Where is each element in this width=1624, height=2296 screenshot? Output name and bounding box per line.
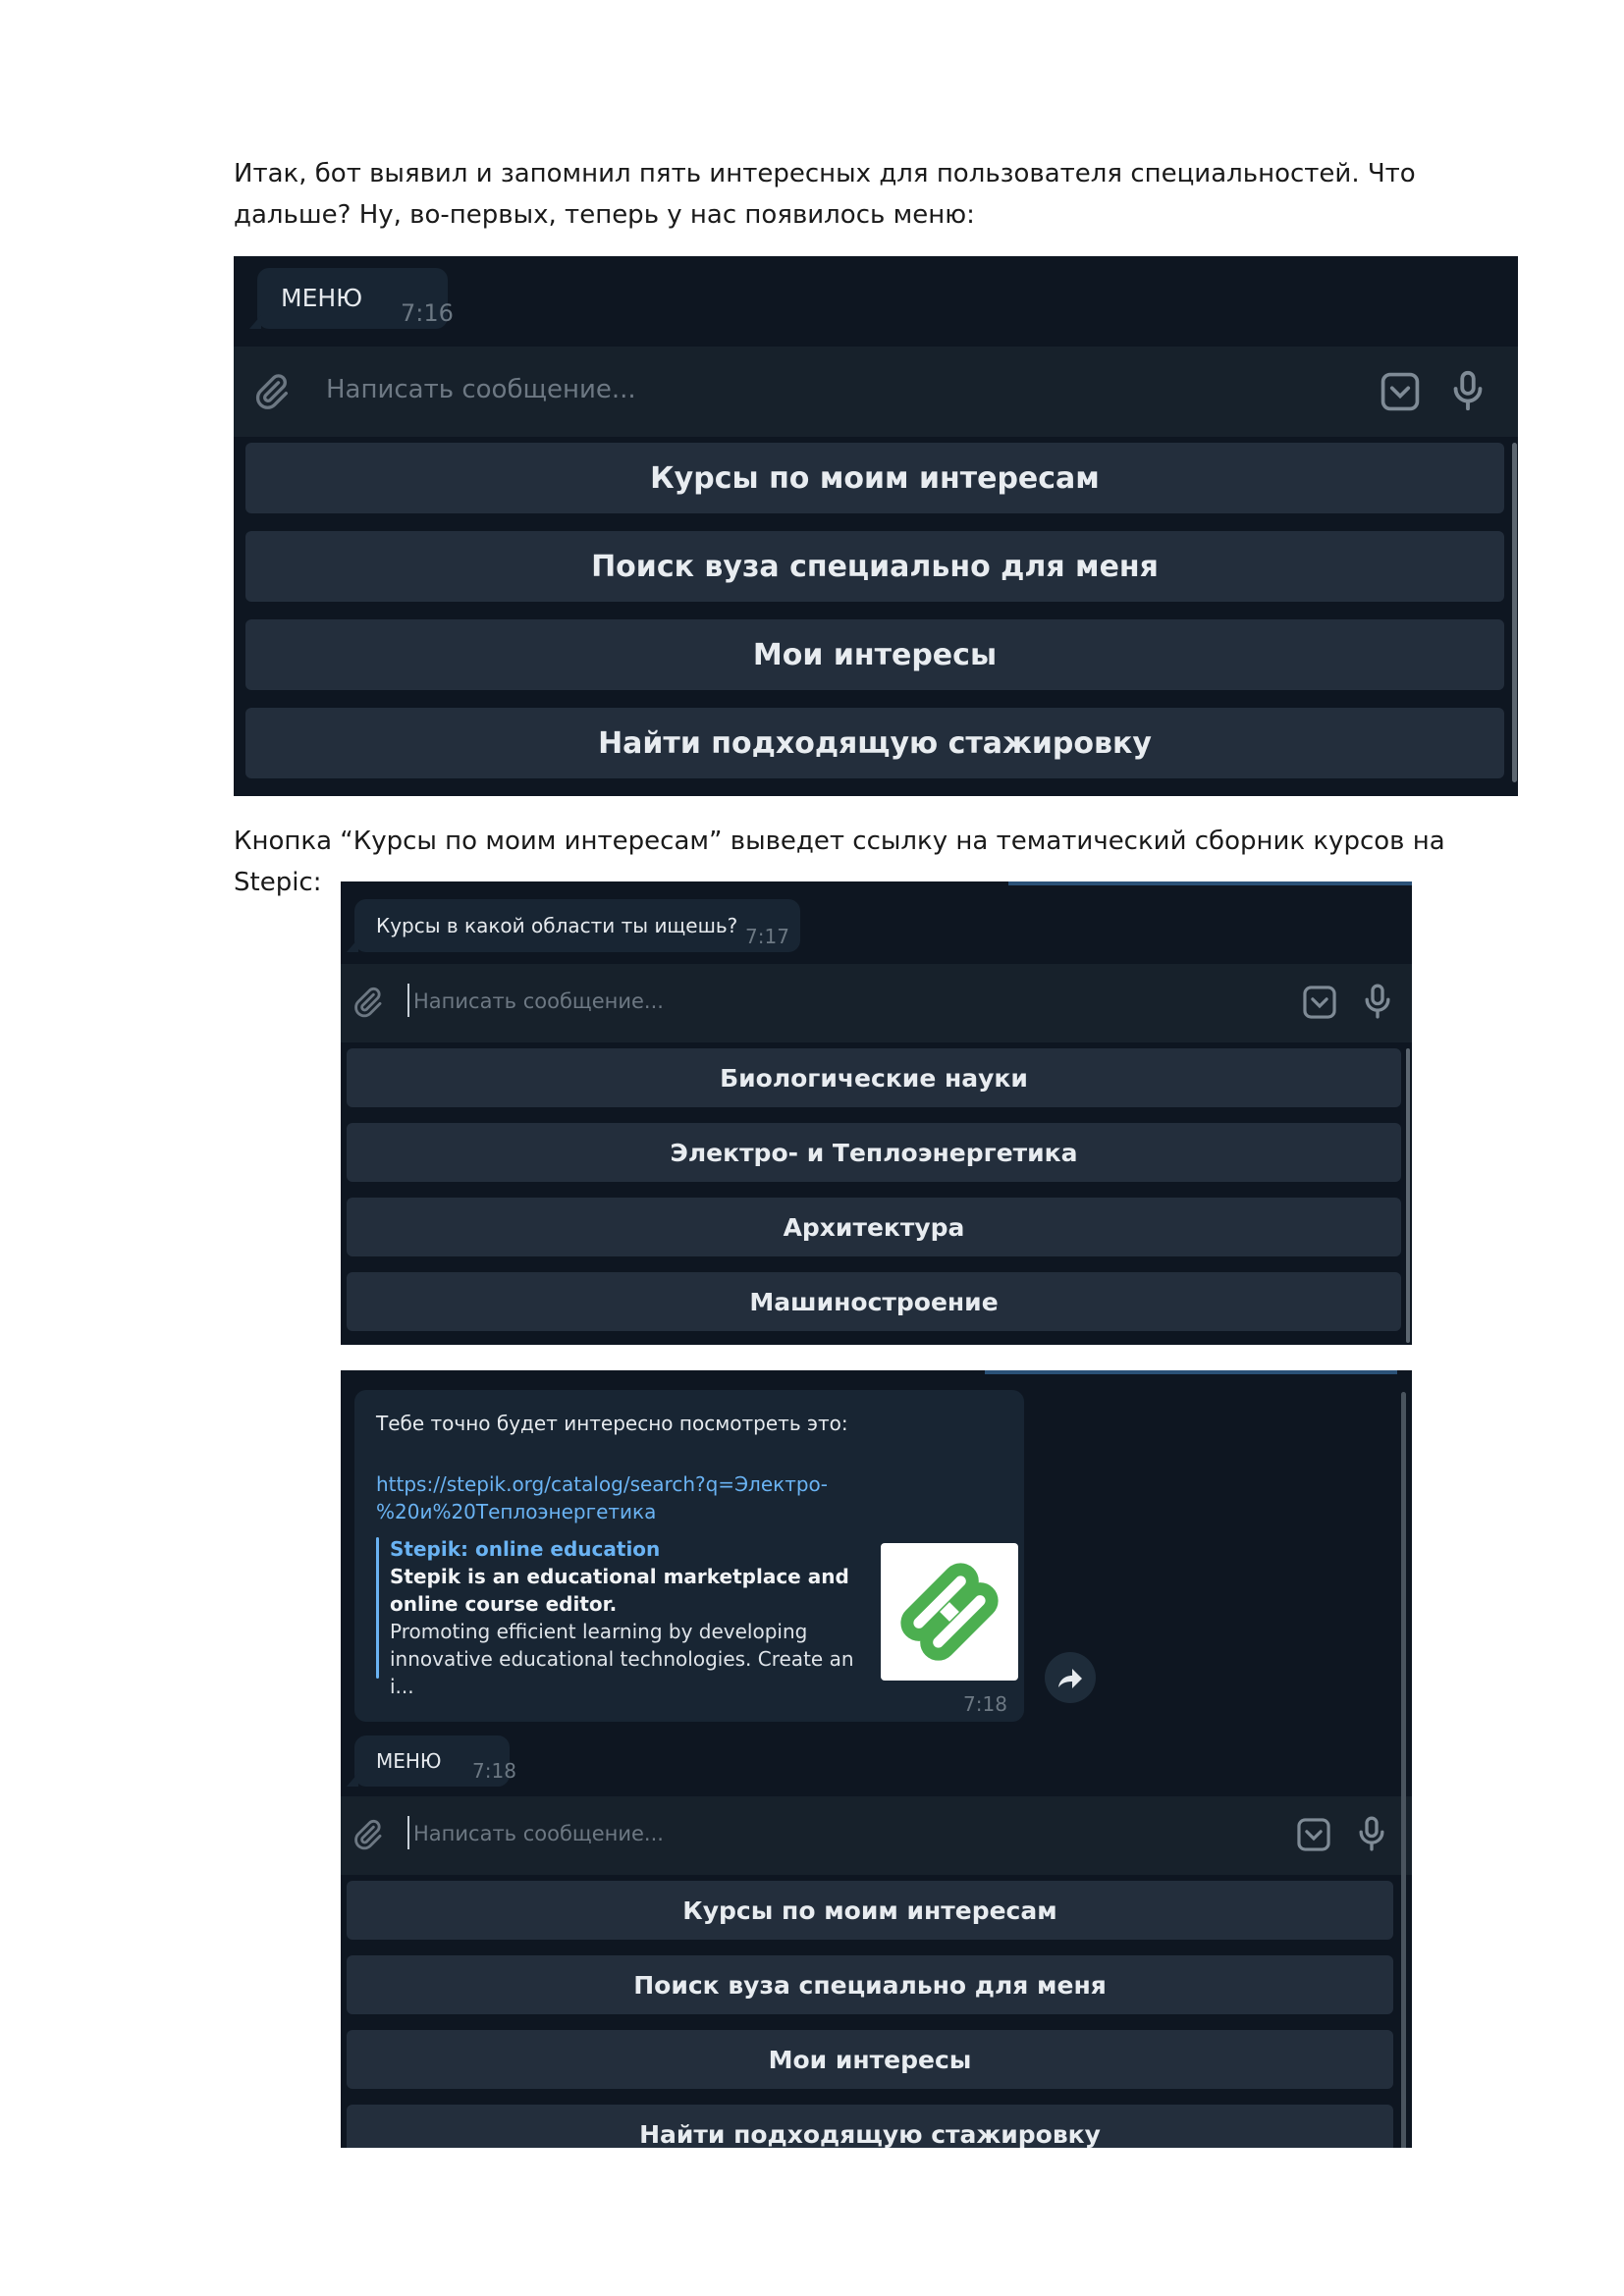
- message-time: 7:17: [745, 925, 789, 948]
- scrollbar[interactable]: [1512, 443, 1517, 782]
- link-preview[interactable]: Stepik: online education Stepik is an ed…: [390, 1535, 861, 1700]
- link-message-bubble: Тебе точно будет интересно посмотреть эт…: [354, 1390, 1024, 1722]
- link-url-line-2[interactable]: %20и%20Теплоэнергетика: [376, 1498, 656, 1525]
- keyboard-button-courses[interactable]: Курсы по моим интересам: [245, 443, 1504, 513]
- scrollbar[interactable]: [1401, 1392, 1406, 2148]
- paperclip-icon[interactable]: [251, 372, 291, 411]
- top-divider: [1008, 881, 1412, 885]
- message-bubble: Курсы в какой области ты ищешь? 7:17: [347, 899, 800, 952]
- keyboard-button-interests[interactable]: Мои интересы: [347, 2030, 1393, 2089]
- keyboard-toggle-icon[interactable]: [1379, 370, 1422, 413]
- message-time: 7:18: [472, 1759, 516, 1783]
- message-input-bar: Написать сообщение...: [341, 1796, 1412, 1875]
- scrollbar[interactable]: [1406, 1048, 1410, 1343]
- keyboard-button-university[interactable]: Поиск вуза специально для меня: [347, 1955, 1393, 2014]
- keyboard-button-interests[interactable]: Мои интересы: [245, 619, 1504, 690]
- keyboard-button-internship[interactable]: Найти подходящую стажировку: [245, 708, 1504, 778]
- preview-accent-bar: [376, 1537, 379, 1679]
- text-caret: [407, 1816, 409, 1849]
- telegram-menu-screenshot: МЕНЮ 7:16 Написать сообщение... Курсы по…: [234, 256, 1518, 796]
- top-divider: [985, 1370, 1397, 1374]
- message-text: МЕНЮ: [281, 284, 363, 312]
- paperclip-icon[interactable]: [351, 1818, 384, 1851]
- message-input[interactable]: Написать сообщение...: [413, 989, 664, 1013]
- message-bubble: МЕНЮ 7:16: [249, 268, 454, 329]
- keyboard-toggle-icon[interactable]: [1295, 1816, 1332, 1853]
- message-text: Тебе точно будет интересно посмотреть эт…: [376, 1412, 848, 1435]
- microphone-icon[interactable]: [1352, 1814, 1391, 1853]
- keyboard-button-internship[interactable]: Найти подходящую стажировку: [347, 2105, 1393, 2148]
- keyboard-button-courses[interactable]: Курсы по моим интересам: [347, 1881, 1393, 1940]
- keyboard-button-mechanical[interactable]: Машиностроение: [347, 1272, 1401, 1331]
- message-time: 7:18: [963, 1692, 1007, 1716]
- message-input[interactable]: Написать сообщение...: [326, 375, 636, 404]
- message-time: 7:16: [401, 299, 454, 327]
- microphone-icon[interactable]: [1445, 368, 1490, 413]
- text-caret: [407, 984, 409, 1017]
- link-url-line-1[interactable]: https://stepik.org/catalog/search?q=Элек…: [376, 1470, 828, 1498]
- message-input-bar: Написать сообщение...: [234, 347, 1518, 437]
- preview-title: Stepik is an educational marketplace and…: [390, 1565, 849, 1616]
- stepik-logo-icon: [900, 1563, 999, 1661]
- share-button[interactable]: [1045, 1652, 1096, 1703]
- stepik-logo[interactable]: [881, 1543, 1018, 1681]
- keyboard-button-energy[interactable]: Электро- и Теплоэнергетика: [347, 1123, 1401, 1182]
- keyboard-button-biology[interactable]: Биологические науки: [347, 1048, 1401, 1107]
- telegram-link-screenshot: Тебе точно будет интересно посмотреть эт…: [341, 1370, 1412, 2148]
- telegram-area-screenshot: Курсы в какой области ты ищешь? 7:17 Нап…: [341, 881, 1412, 1345]
- message-input[interactable]: Написать сообщение...: [413, 1822, 664, 1845]
- microphone-icon[interactable]: [1358, 982, 1397, 1021]
- share-icon: [1058, 1669, 1082, 1688]
- menu-message-bubble: МЕНЮ 7:18: [347, 1735, 516, 1787]
- message-input-bar: Написать сообщение...: [341, 964, 1412, 1042]
- keyboard-toggle-icon[interactable]: [1301, 984, 1338, 1021]
- message-text: МЕНЮ: [376, 1749, 442, 1773]
- preview-description: Promoting efficient learning by developi…: [390, 1620, 854, 1698]
- intro-paragraph: Итак, бот выявил и запомнил пять интерес…: [234, 159, 1416, 230]
- keyboard-button-university[interactable]: Поиск вуза специально для меня: [245, 531, 1504, 602]
- paperclip-icon[interactable]: [351, 986, 384, 1019]
- preview-site-name: Stepik: online education: [390, 1537, 661, 1561]
- keyboard-button-architecture[interactable]: Архитектура: [347, 1198, 1401, 1256]
- message-text: Курсы в какой области ты ищешь?: [376, 914, 738, 937]
